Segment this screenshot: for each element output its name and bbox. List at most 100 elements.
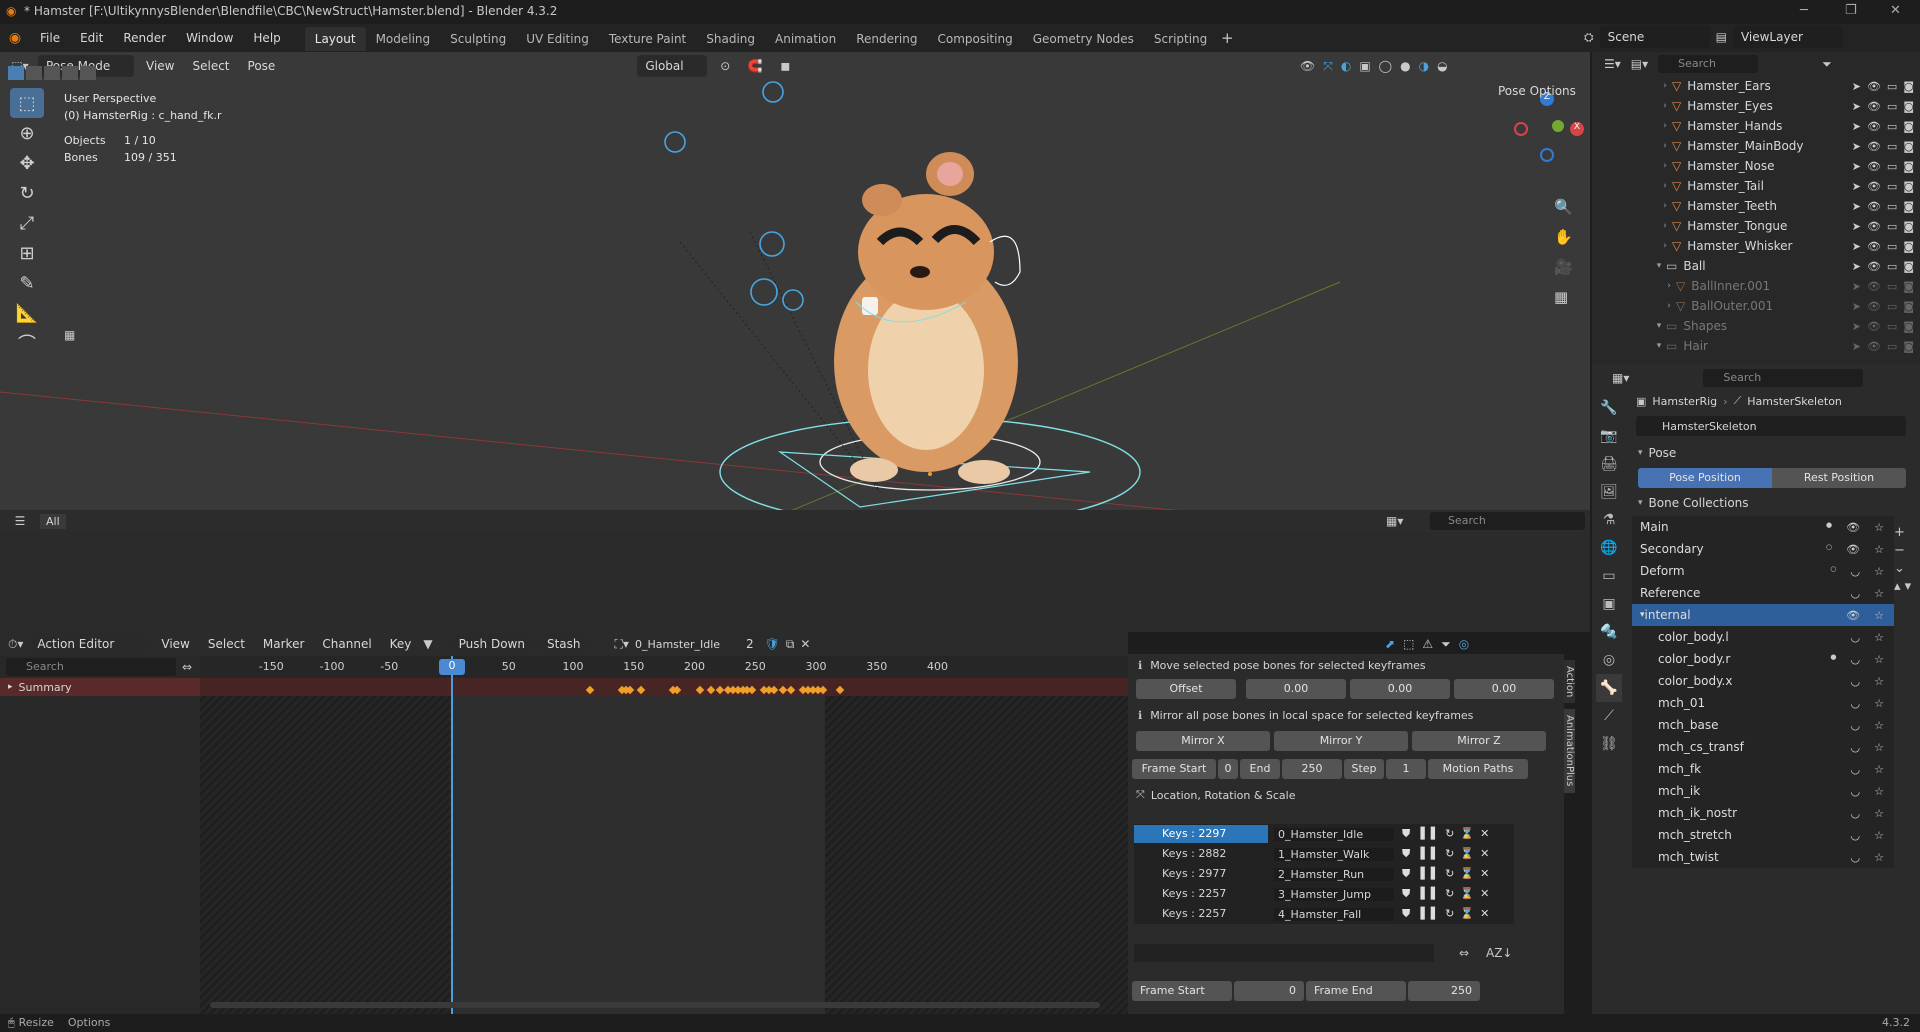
eye-icon[interactable]: ◡	[1851, 785, 1861, 798]
physics-tab-icon[interactable]: ◎	[1596, 646, 1622, 674]
offset-x-field[interactable]: 0.00	[1246, 679, 1346, 699]
select-arrow-icon[interactable]: ➤	[1852, 220, 1861, 233]
bone-collection-item[interactable]: color_body.x○◡☆	[1632, 670, 1894, 692]
camera-icon[interactable]: ◙	[1903, 340, 1914, 353]
bone-collection-item[interactable]: ▾ internal○👁☆	[1632, 604, 1894, 626]
expand-icon[interactable]: ›	[1658, 181, 1672, 191]
modifier-tab-icon[interactable]: 🔩	[1596, 618, 1622, 646]
expand-icon[interactable]: ▾	[1652, 261, 1666, 271]
menu-file[interactable]: File	[30, 24, 70, 52]
select-arrow-icon[interactable]: ➤	[1852, 260, 1861, 273]
action-tab[interactable]: Action	[1564, 660, 1575, 704]
bone-collection-item[interactable]: mch_ik_nostr○◡☆	[1632, 802, 1894, 824]
eye-icon[interactable]: 👁	[1867, 80, 1881, 93]
lrs-row[interactable]: ⤧ Location, Rotation & Scale	[1128, 784, 1564, 806]
eye-icon[interactable]: 👁	[1867, 140, 1881, 153]
collection-tab-icon[interactable]: ▭	[1596, 562, 1622, 590]
eye-target-right[interactable]	[762, 81, 784, 103]
camera-icon[interactable]: 🎥	[1554, 252, 1573, 282]
tool-tab-icon[interactable]: 🔧	[1596, 394, 1622, 422]
eye-icon[interactable]: ◡	[1851, 697, 1861, 710]
eye-icon[interactable]: 👁	[1867, 300, 1881, 313]
eye-icon[interactable]: 👁	[1867, 220, 1881, 233]
eye-icon[interactable]: ◡	[1851, 829, 1861, 842]
output-tab-icon[interactable]: 🖨	[1596, 450, 1622, 478]
bone-collection-item[interactable]: color_body.l○◡☆	[1632, 626, 1894, 648]
frame-start-value[interactable]: 0	[1218, 759, 1238, 779]
workspace-tab-texture-paint[interactable]: Texture Paint	[599, 27, 696, 51]
pan-hand-icon[interactable]: ✋	[1554, 222, 1573, 252]
action-users-count[interactable]: 2	[740, 633, 759, 655]
bone-collection-item[interactable]: mch_stretch○◡☆	[1632, 824, 1894, 846]
select-arrow-icon[interactable]: ➤	[1852, 200, 1861, 213]
workspace-tab-shading[interactable]: Shading	[696, 27, 765, 51]
move-up-icon[interactable]: ▴	[1894, 578, 1901, 596]
remove-collection-icon[interactable]: −	[1894, 542, 1905, 560]
sort-icon[interactable]: ⇔	[1459, 946, 1469, 960]
hand-ik-control[interactable]	[750, 278, 778, 306]
close-icon[interactable]: ✕	[1890, 0, 1901, 22]
action-list-row[interactable]: Keys : 2882 1_Hamster_Walk ⛊▐▌↻⌛✕	[1134, 844, 1514, 864]
solo-star-icon[interactable]: ☆	[1874, 807, 1884, 820]
pose-panel-header[interactable]: ▾ Pose	[1638, 446, 1676, 460]
bone-collections-header[interactable]: ▾ Bone Collections	[1638, 496, 1749, 510]
eye-icon[interactable]: 👁	[1846, 543, 1860, 556]
eye-icon[interactable]: ◡	[1851, 763, 1861, 776]
dope-menu-marker[interactable]: Marker	[257, 633, 310, 655]
end-value[interactable]: 250	[1282, 759, 1342, 779]
bone-collection-item[interactable]: Main ● 👁 ☆	[1632, 516, 1894, 538]
eye-icon[interactable]: 👁	[1846, 609, 1860, 622]
asset-tab-all[interactable]: All	[40, 513, 66, 529]
rest-position-button[interactable]: Rest Position	[1772, 468, 1906, 488]
monitor-icon[interactable]: ▭	[1887, 340, 1897, 353]
workspace-tab-modeling[interactable]: Modeling	[366, 27, 441, 51]
bone-collection-item[interactable]: Deform ○ ◡ ☆	[1632, 560, 1894, 582]
eye-icon[interactable]: ◡	[1851, 851, 1861, 864]
mirror-z-button[interactable]: Mirror Z	[1412, 731, 1546, 751]
dope-mode-selector[interactable]: Action Editor	[29, 633, 150, 655]
expand-icon[interactable]: ›	[1658, 101, 1672, 111]
asset-display-icon[interactable]: ▦▾	[1386, 514, 1403, 528]
eye-icon[interactable]: 👁	[1867, 340, 1881, 353]
eye-icon[interactable]: ◡	[1851, 719, 1861, 732]
workspace-tab-layout[interactable]: Layout	[304, 27, 366, 51]
bottom-frame-start-value[interactable]: 0	[1234, 981, 1304, 1001]
view-layer-tab-icon[interactable]: 🖼	[1596, 478, 1622, 506]
expand-icon[interactable]: ›	[1658, 241, 1672, 251]
eye-icon[interactable]: ◡	[1851, 741, 1861, 754]
bone-collection-item[interactable]: mch_twist○◡☆	[1632, 846, 1894, 868]
gizmo-neg-x[interactable]	[1514, 122, 1528, 136]
monitor-icon[interactable]: ▭	[1887, 280, 1897, 293]
solo-star-icon[interactable]: ☆	[1874, 785, 1884, 798]
current-frame-indicator[interactable]: 0	[439, 659, 465, 675]
solo-star-icon[interactable]: ☆	[1874, 631, 1884, 644]
frame-ruler[interactable]: -150 -100 -50 0 50 100 150 200 250 300 350 400	[200, 656, 1128, 678]
select-arrow-icon[interactable]: ➤	[1852, 240, 1861, 253]
zoom-icon[interactable]: 🔍	[1554, 192, 1573, 222]
pose-options-menu[interactable]: Pose Options	[1490, 80, 1584, 102]
solo-star-icon[interactable]: ☆	[1874, 565, 1884, 578]
gizmo-y-axis[interactable]	[1552, 120, 1564, 132]
offset-y-field[interactable]: 0.00	[1350, 679, 1450, 699]
solo-star-icon[interactable]: ☆	[1874, 609, 1884, 622]
bottom-frame-end-value[interactable]: 250	[1408, 981, 1480, 1001]
outliner-item[interactable]: › ▽ BallOuter.001 ➤ 👁 ▭ ◙	[1642, 296, 1920, 316]
armature-data-tab-icon[interactable]: 🦴	[1596, 674, 1622, 702]
duplicate-action-icon[interactable]: ⧉	[786, 637, 795, 652]
camera-icon[interactable]: ◙	[1903, 80, 1914, 93]
viewlayer-selector[interactable]: ViewLayer	[1732, 26, 1843, 48]
monitor-icon[interactable]: ▭	[1887, 240, 1897, 253]
menu-window[interactable]: Window	[176, 24, 243, 52]
eye-icon[interactable]: 👁	[1867, 180, 1881, 193]
pose-position-button[interactable]: Pose Position	[1638, 468, 1772, 488]
workspace-tab-geometry-nodes[interactable]: Geometry Nodes	[1023, 27, 1144, 51]
action-list-row[interactable]: Keys : 2257 4_Hamster_Fall ⛊▐▌↻⌛✕	[1134, 904, 1514, 924]
expand-icon[interactable]: ›	[1658, 221, 1672, 231]
action-list-row[interactable]: Keys : 2977 2_Hamster_Run ⛊▐▌↻⌛✕	[1134, 864, 1514, 884]
expand-icon[interactable]: ›	[1658, 121, 1672, 131]
add-workspace-icon[interactable]: +	[1217, 29, 1237, 47]
ik-target-control[interactable]	[759, 231, 785, 257]
camera-icon[interactable]: ◙	[1903, 240, 1914, 253]
select-arrow-icon[interactable]: ➤	[1852, 100, 1861, 113]
az-sort-icon[interactable]: AZ↓	[1486, 946, 1512, 960]
